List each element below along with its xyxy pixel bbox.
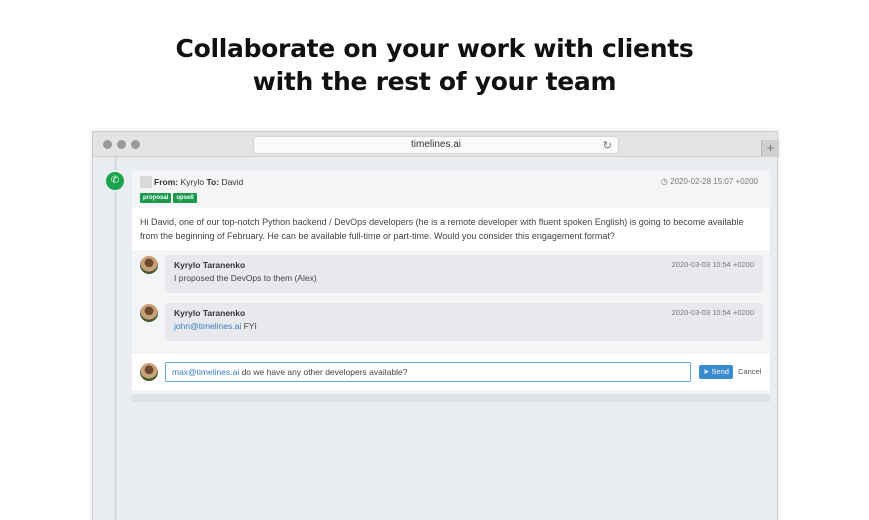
- comment-author: Kyrylo Taranenko: [174, 308, 246, 318]
- message-header: From: Kyrylo To: David ◷ 2020-02-28 15:0…: [132, 170, 770, 208]
- reload-icon[interactable]: ↻: [603, 138, 612, 154]
- from-name: Kyrylo: [180, 177, 205, 187]
- browser-window: timelines.ai ↻ + ✆ From: Kyrylo To: Davi…: [92, 131, 779, 520]
- from-label: From:: [154, 177, 179, 187]
- from-to-line: From: Kyrylo To: David: [154, 177, 243, 187]
- window-minimize-dot[interactable]: [117, 140, 126, 149]
- browser-titlebar: timelines.ai ↻ +: [93, 132, 779, 157]
- card-footer: [132, 394, 770, 402]
- comment-date: 2020-03-03 10:54 +0200: [671, 260, 754, 269]
- paper-plane-icon: ➤: [703, 367, 710, 376]
- message-date: ◷ 2020-02-28 15:07 +0200: [661, 177, 758, 186]
- to-label: To:: [206, 177, 220, 187]
- comment-date: 2020-03-03 10:54 +0200: [671, 308, 754, 317]
- address-bar-url: timelines.ai: [410, 139, 462, 150]
- comment-mention[interactable]: john@timelines.ai: [174, 321, 241, 331]
- reply-mention: max@timelines.ai: [172, 367, 240, 377]
- reply-text: do we have any other developers availabl…: [239, 367, 408, 377]
- to-name: David: [221, 177, 244, 187]
- comment-text: I proposed the DevOps to them (Alex): [174, 273, 317, 283]
- window-zoom-dot[interactable]: [131, 140, 140, 149]
- send-button[interactable]: ➤ Send: [699, 365, 733, 379]
- avatar: [140, 256, 158, 274]
- comment-text-body: FYI: [241, 321, 257, 331]
- cancel-button[interactable]: Cancel: [738, 367, 761, 376]
- comment-bubble: Kyrylo Taranenko 2020-03-03 10:54 +0200 …: [165, 255, 763, 293]
- sender-avatar: [140, 176, 152, 188]
- headline-line-1: Collaborate on your work with clients: [175, 34, 694, 63]
- timeline-line: [114, 157, 117, 520]
- headline: Collaborate on your work with clients wi…: [0, 32, 869, 98]
- comment-text: john@timelines.ai FYI: [174, 321, 257, 331]
- comment-author: Kyrylo Taranenko: [174, 260, 246, 270]
- reply-input[interactable]: max@timelines.ai do we have any other de…: [165, 362, 691, 382]
- headline-line-2: with the rest of your team: [252, 67, 617, 96]
- message-card: From: Kyrylo To: David ◷ 2020-02-28 15:0…: [132, 170, 770, 394]
- message-body: Hi David, one of our top-notch Python ba…: [140, 217, 744, 241]
- avatar: [140, 363, 158, 381]
- message-date-text: 2020-02-28 15:07 +0200: [670, 177, 758, 186]
- comment-bubble: Kyrylo Taranenko 2020-03-03 10:54 +0200 …: [165, 303, 763, 341]
- comment-text-body: I proposed the DevOps to them (Alex): [174, 273, 317, 283]
- tag-upsell[interactable]: upsell: [173, 193, 197, 203]
- reply-row: max@timelines.ai do we have any other de…: [132, 354, 770, 390]
- tag-list: proposal upsell: [140, 193, 197, 203]
- whatsapp-icon: ✆: [106, 172, 124, 190]
- comments-section: Kyrylo Taranenko 2020-03-03 10:54 +0200 …: [132, 250, 770, 394]
- window-close-dot[interactable]: [103, 140, 112, 149]
- address-bar[interactable]: timelines.ai ↻: [253, 136, 619, 154]
- clock-icon: ◷: [660, 177, 668, 186]
- new-tab-button[interactable]: +: [761, 140, 779, 157]
- avatar: [140, 304, 158, 322]
- tag-proposal[interactable]: proposal: [140, 193, 172, 203]
- send-label: Send: [711, 367, 729, 376]
